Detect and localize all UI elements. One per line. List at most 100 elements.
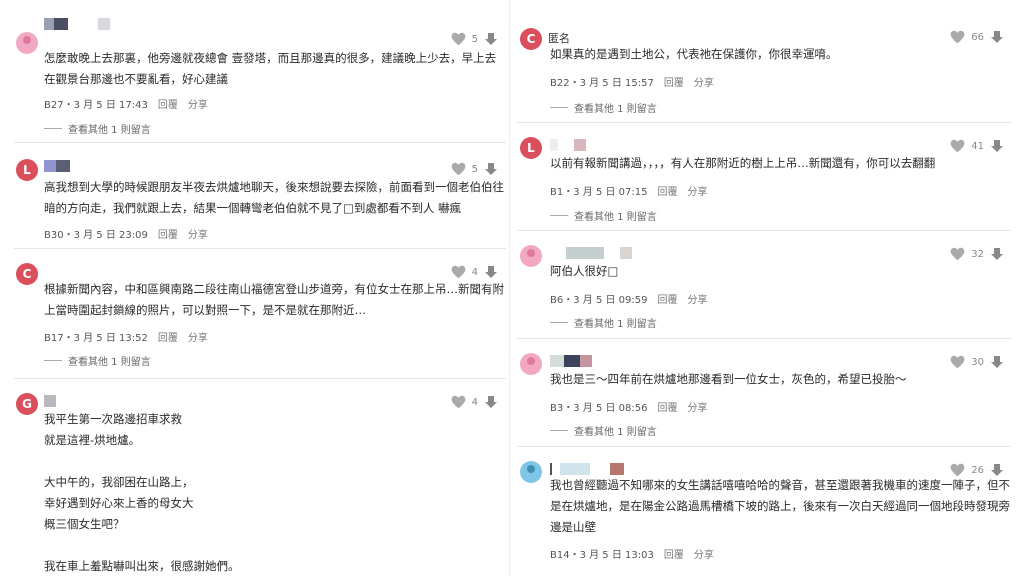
downvote-arrow-icon[interactable] [990, 247, 1004, 261]
share-button[interactable]: 分享 [188, 96, 208, 111]
like-control[interactable]: 4 [451, 395, 498, 409]
share-button[interactable]: 分享 [687, 183, 707, 198]
reply-button[interactable]: 回覆 [158, 96, 178, 111]
downvote-arrow-icon[interactable] [484, 32, 498, 46]
comment-meta: B14・3 月 5 日 13:03 回覆 分享 [550, 546, 714, 561]
downvote-arrow-icon[interactable] [990, 139, 1004, 153]
heart-icon[interactable] [451, 265, 466, 279]
dash-divider [44, 128, 62, 129]
like-count: 5 [471, 33, 478, 45]
reply-button[interactable]: 回覆 [657, 183, 677, 198]
like-count: 26 [971, 464, 984, 476]
username-redacted [550, 463, 624, 475]
comment-meta: B22・3 月 5 日 15:57 回覆 分享 [550, 74, 714, 89]
downvote-arrow-icon[interactable] [484, 162, 498, 176]
comment-text: 我平生第一次路邊招車求救 就是這裡-烘地爐。 大中午的，我卻困在山路上， 幸好遇… [44, 412, 240, 573]
view-more-replies[interactable]: 查看其他 1 則留言 [550, 315, 657, 330]
heart-icon[interactable] [950, 247, 965, 261]
like-control[interactable]: 4 [451, 265, 498, 279]
like-count: 30 [971, 356, 984, 368]
like-control[interactable]: 30 [950, 355, 1004, 369]
floor-and-time: B14・3 月 5 日 13:03 [550, 550, 654, 561]
floor-and-time: B3・3 月 5 日 08:56 [550, 403, 648, 414]
floor-and-time: B27・3 月 5 日 17:43 [44, 100, 148, 111]
reply-button[interactable]: 回覆 [664, 546, 684, 561]
username-redacted [44, 395, 56, 407]
user-avatar[interactable]: L [520, 137, 542, 159]
view-more-replies[interactable]: 查看其他 1 則留言 [44, 353, 151, 368]
view-more-label: 查看其他 1 則留言 [574, 319, 657, 330]
comment-meta: B1・3 月 5 日 07:15 回覆 分享 [550, 183, 707, 198]
reply-button[interactable]: 回覆 [657, 291, 677, 306]
heart-icon[interactable] [950, 30, 965, 44]
heart-icon[interactable] [451, 395, 466, 409]
comment-item: 32 阿伯人很好□ B6・3 月 5 日 09:59 回覆 分享 查看其他 1 … [516, 230, 1012, 339]
share-button[interactable]: 分享 [687, 399, 707, 414]
like-count: 41 [971, 140, 984, 152]
username-redacted [550, 139, 586, 151]
view-more-replies[interactable]: 查看其他 1 則留言 [550, 423, 657, 438]
like-control[interactable]: 5 [451, 162, 498, 176]
dash-divider [550, 215, 568, 216]
username-redacted [44, 18, 110, 30]
column-divider [509, 0, 510, 576]
user-avatar[interactable] [16, 32, 38, 54]
reply-button[interactable]: 回覆 [657, 399, 677, 414]
share-button[interactable]: 分享 [188, 226, 208, 241]
username-redacted [566, 247, 632, 259]
share-button[interactable]: 分享 [687, 291, 707, 306]
heart-icon[interactable] [950, 139, 965, 153]
user-avatar[interactable]: C [520, 28, 542, 50]
comment-text: 我也是三～四年前在烘爐地那邊看到一位女士，灰色的，希望已投胎～ [550, 372, 907, 386]
user-avatar[interactable] [520, 245, 542, 267]
comment-text: 以前有報新聞講過，，，，有人在那附近的樹上上吊…新聞還有，你可以去翻翻 [550, 156, 936, 170]
user-avatar[interactable]: G [16, 393, 38, 415]
view-more-replies[interactable]: 查看其他 1 則留言 [44, 121, 151, 136]
reply-button[interactable]: 回覆 [664, 74, 684, 89]
like-control[interactable]: 41 [950, 139, 1004, 153]
reply-button[interactable]: 回覆 [158, 329, 178, 344]
user-avatar[interactable] [520, 461, 542, 483]
view-more-replies[interactable]: 查看其他 1 則留言 [550, 208, 657, 223]
floor-and-time: B6・3 月 5 日 09:59 [550, 295, 648, 306]
view-more-label: 查看其他 1 則留言 [68, 357, 151, 368]
like-control[interactable]: 5 [451, 32, 498, 46]
floor-and-time: B17・3 月 5 日 13:52 [44, 333, 148, 344]
share-button[interactable]: 分享 [188, 329, 208, 344]
dash-divider [550, 107, 568, 108]
share-button[interactable]: 分享 [694, 546, 714, 561]
like-count: 4 [471, 396, 478, 408]
heart-icon[interactable] [451, 162, 466, 176]
like-control[interactable]: 66 [950, 30, 1004, 44]
user-avatar[interactable] [520, 353, 542, 375]
user-avatar[interactable]: L [16, 159, 38, 181]
view-more-label: 查看其他 1 則留言 [68, 125, 151, 136]
comment-item: L 5 高我想到大學的時候跟朋友半夜去烘爐地聊天，後來想說要去探險，前面看到一個… [14, 142, 506, 245]
floor-and-time: B30・3 月 5 日 23:09 [44, 230, 148, 241]
like-control[interactable]: 32 [950, 247, 1004, 261]
downvote-arrow-icon[interactable] [990, 355, 1004, 369]
username-redacted [44, 160, 70, 172]
heart-icon[interactable] [451, 32, 466, 46]
share-button[interactable]: 分享 [694, 74, 714, 89]
heart-icon[interactable] [950, 355, 965, 369]
like-count: 4 [471, 266, 478, 278]
view-more-label: 查看其他 1 則留言 [574, 212, 657, 223]
view-more-label: 查看其他 1 則留言 [574, 427, 657, 438]
reply-button[interactable]: 回覆 [158, 226, 178, 241]
floor-and-time: B1・3 月 5 日 07:15 [550, 187, 648, 198]
like-count: 66 [971, 31, 984, 43]
comment-item: 26 我也曾經聽過不知哪來的女生講話嘻嘻哈哈的聲音，甚至還跟著我機車的速度一陣子… [516, 446, 1012, 575]
view-more-replies[interactable]: 查看其他 1 則留言 [550, 100, 657, 115]
comment-text: 我也曾經聽過不知哪來的女生講話嘻嘻哈哈的聲音，甚至還跟著我機車的速度一陣子，但不… [550, 478, 1010, 534]
downvote-arrow-icon[interactable] [484, 395, 498, 409]
comment-text: 高我想到大學的時候跟朋友半夜去烘爐地聊天，後來想說要去探險，前面看到一個老伯伯往… [44, 180, 504, 215]
downvote-arrow-icon[interactable] [484, 265, 498, 279]
comment-item: 30 我也是三～四年前在烘爐地那邊看到一位女士，灰色的，希望已投胎～ B3・3 … [516, 338, 1012, 445]
user-avatar[interactable]: C [16, 263, 38, 285]
view-more-label: 查看其他 1 則留言 [574, 104, 657, 115]
username-redacted [550, 355, 592, 367]
comment-item: C 匿名 66 如果真的是遇到土地公，代表祂在保護你，你很幸運唷。 B22・3 … [516, 14, 1012, 120]
downvote-arrow-icon[interactable] [990, 30, 1004, 44]
comment-meta: B3・3 月 5 日 08:56 回覆 分享 [550, 399, 707, 414]
